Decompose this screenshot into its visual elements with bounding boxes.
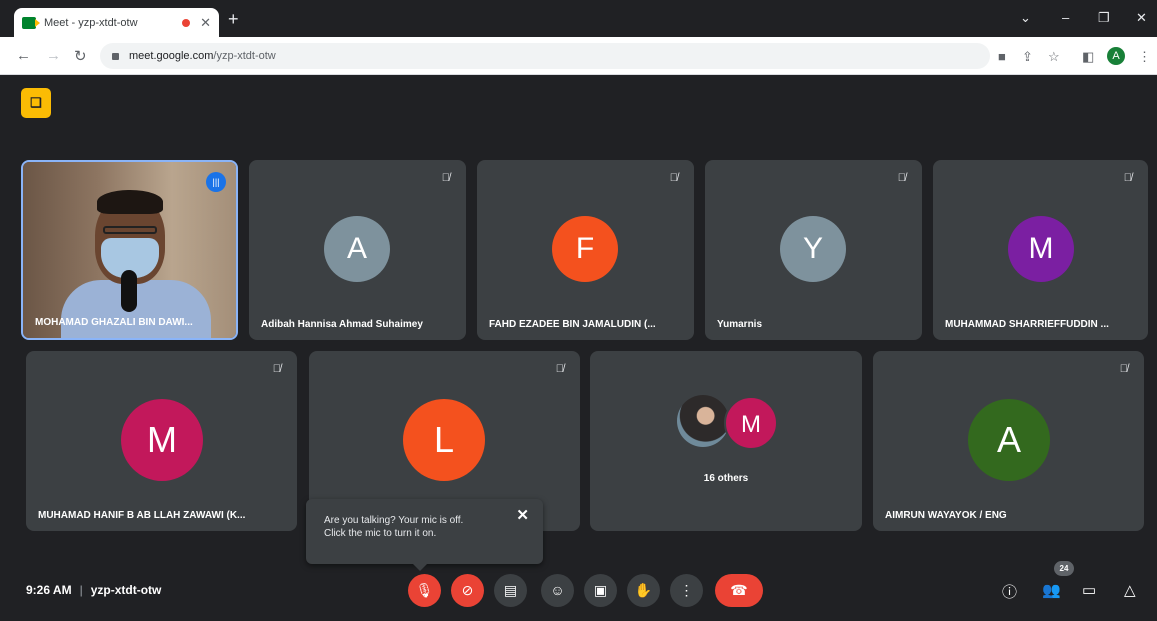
participant-tile[interactable]: 🎙̸ M MUHAMMAD SHARRIEFFUDDIN ...	[933, 160, 1148, 340]
url-field[interactable]: meet.google.com /yzp-xtdt-otw	[100, 43, 990, 69]
tooltip-line-2: Click the mic to turn it on.	[324, 528, 437, 539]
tooltip-caret	[413, 564, 427, 571]
meeting-info-separator: |	[79, 583, 83, 597]
mic-muted-icon: 🎙̸	[897, 172, 906, 184]
mic-muted-icon: 🎙̸	[1119, 363, 1128, 375]
captions-button[interactable]: ▤	[494, 574, 527, 607]
forward-button[interactable]: →	[46, 47, 61, 64]
mic-off-tooltip: Are you talking? Your mic is off. Click …	[306, 499, 543, 571]
tooltip-line-1: Are you talking? Your mic is off.	[324, 515, 464, 526]
browser-menu-icon[interactable]: ⋮	[1138, 49, 1151, 65]
tab-search-icon[interactable]: ⌄	[1020, 10, 1031, 26]
microphone-toggle-button[interactable]: 🎙	[408, 574, 441, 607]
tab-close-icon[interactable]: ✕	[200, 15, 211, 31]
participant-name: Adibah Hannisa Ahmad Suhaimey	[261, 319, 423, 330]
share-icon[interactable]: ⇪	[1022, 49, 1033, 65]
mic-muted-icon: 🎙̸	[555, 363, 564, 375]
restore-button[interactable]: ❐	[1098, 10, 1110, 26]
participant-avatar: A	[968, 399, 1050, 481]
mic-muted-icon: 🎙̸	[441, 172, 450, 184]
participant-tile[interactable]: 🎙̸ Y Yumarnis	[705, 160, 922, 340]
new-tab-button[interactable]: +	[228, 10, 239, 28]
leave-call-button[interactable]: ☎	[715, 574, 763, 607]
minimize-button[interactable]: –	[1062, 10, 1069, 25]
browser-tab-bar: Meet - yzp-xtdt-otw ✕ + ⌄ – ❐ ✕	[0, 0, 1157, 37]
meeting-details-button[interactable]: ⓘ	[1002, 581, 1017, 602]
more-options-button[interactable]: ⋮	[670, 574, 703, 607]
address-bar: ← → ↻ meet.google.com /yzp-xtdt-otw ■ ⇪ …	[0, 37, 1157, 75]
participant-avatar: Y	[780, 216, 846, 282]
participant-name: MUHAMMAD SHARRIEFFUDDIN ...	[945, 319, 1109, 330]
participant-name: MUHAMAD HANIF B AB LLAH ZAWAWI (K...	[38, 510, 246, 521]
mic-muted-icon: 🎙̸	[272, 363, 281, 375]
url-path: /yzp-xtdt-otw	[213, 50, 276, 62]
participant-tile[interactable]: 🎙̸ A AIMRUN WAYAYOK / ENG	[873, 351, 1144, 531]
participant-avatar: M	[121, 399, 203, 481]
participant-name: Yumarnis	[717, 319, 763, 330]
video-person-hair	[97, 190, 163, 214]
camera-toggle-button[interactable]: ⊘	[451, 574, 484, 607]
meeting-info: 9:26 AM | yzp-xtdt-otw	[26, 583, 161, 597]
participant-tile[interactable]: ||| MOHAMAD GHAZALI BIN DAWI...	[21, 160, 238, 340]
speaking-indicator-icon: |||	[206, 172, 226, 192]
participant-avatar: F	[552, 216, 618, 282]
participant-avatar: A	[324, 216, 390, 282]
host-controls-icon[interactable]: ❏	[21, 88, 51, 118]
people-button[interactable]: 👥	[1042, 581, 1061, 599]
participant-name: FAHD EZADEE BIN JAMALUDIN (...	[489, 319, 656, 330]
video-person-microphone	[121, 270, 137, 312]
raise-hand-button[interactable]: ✋	[627, 574, 660, 607]
back-button[interactable]: ←	[16, 47, 31, 64]
mic-muted-icon: 🎙̸	[1123, 172, 1132, 184]
participant-avatar: M	[1008, 216, 1074, 282]
tab-title: Meet - yzp-xtdt-otw	[44, 16, 138, 29]
reload-button[interactable]: ↻	[74, 47, 87, 65]
participant-name: MOHAMAD GHAZALI BIN DAWI...	[35, 317, 193, 328]
url-host: meet.google.com	[129, 50, 214, 62]
participant-avatar: M	[724, 396, 778, 450]
participant-photo-avatar	[677, 395, 729, 447]
lock-icon	[112, 52, 119, 60]
side-panel-icon[interactable]: ◧	[1082, 49, 1094, 65]
window-close-button[interactable]: ✕	[1136, 10, 1147, 26]
reactions-button[interactable]: ☺	[541, 574, 574, 607]
meeting-code: yzp-xtdt-otw	[90, 583, 162, 597]
meeting-time: 9:26 AM	[26, 583, 72, 597]
meet-stage: ❏ ||| MOHAMAD GHAZALI BIN DAWI... 🎙̸ A A…	[0, 75, 1157, 621]
participant-avatar: L	[403, 399, 485, 481]
present-screen-button[interactable]: ▣	[584, 574, 617, 607]
recording-dot-icon	[182, 18, 191, 27]
bookmark-star-icon[interactable]: ☆	[1048, 49, 1060, 65]
browser-tab[interactable]: Meet - yzp-xtdt-otw ✕	[14, 8, 219, 37]
tooltip-close-icon[interactable]: ✕	[516, 508, 529, 523]
others-tile[interactable]: M 16 others	[590, 351, 862, 531]
others-count-label: 16 others	[703, 473, 749, 484]
profile-avatar[interactable]: A	[1107, 47, 1125, 65]
participant-tile[interactable]: 🎙̸ A Adibah Hannisa Ahmad Suhaimey	[249, 160, 466, 340]
video-person-glasses	[103, 226, 157, 234]
activities-button[interactable]: △	[1124, 581, 1136, 599]
meet-favicon-icon	[22, 16, 40, 29]
participant-tile[interactable]: 🎙̸ F FAHD EZADEE BIN JAMALUDIN (...	[477, 160, 694, 340]
mic-muted-icon: 🎙̸	[669, 172, 678, 184]
participant-name: AIMRUN WAYAYOK / ENG	[885, 510, 1007, 521]
chat-button[interactable]: ▭	[1082, 581, 1096, 599]
participant-tile[interactable]: 🎙̸ M MUHAMAD HANIF B AB LLAH ZAWAWI (K..…	[26, 351, 297, 531]
participant-count-badge: 24	[1054, 561, 1074, 576]
camera-in-use-icon[interactable]: ■	[998, 49, 1006, 64]
